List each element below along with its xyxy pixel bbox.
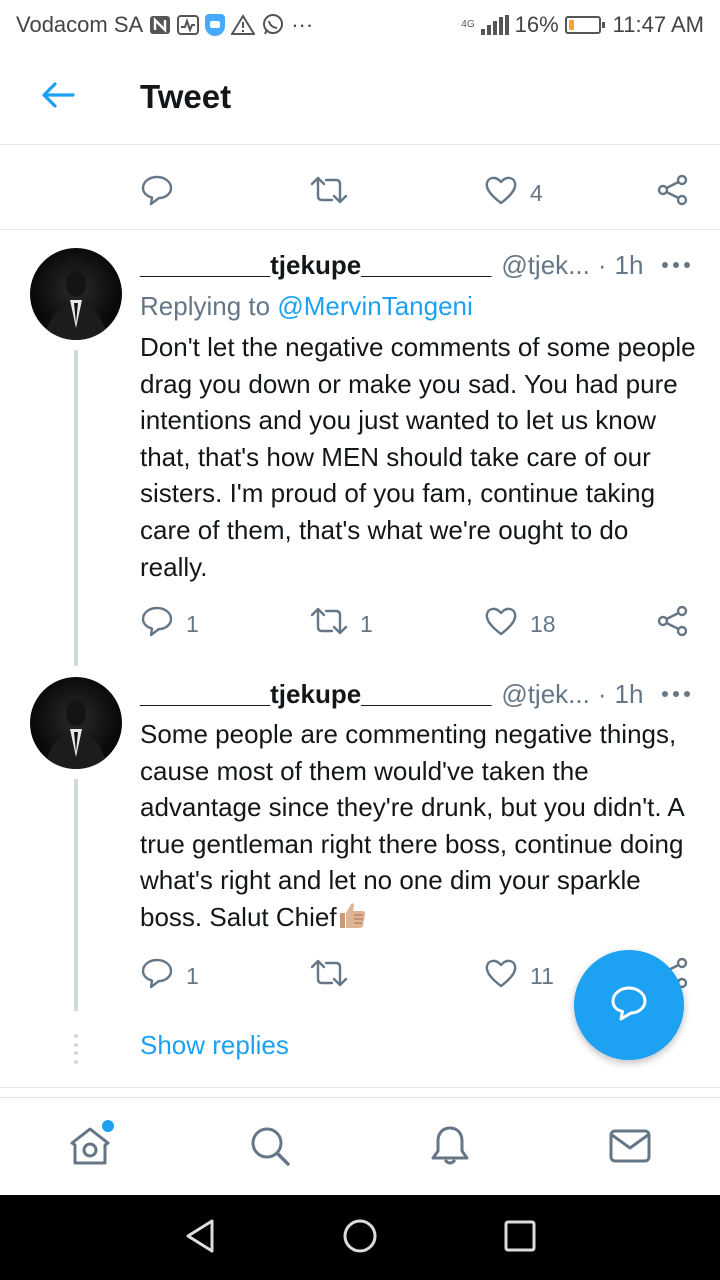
app-header: Tweet — [0, 50, 720, 145]
compose-reply-icon — [609, 984, 649, 1027]
status-left: Vodacom SA ··· — [16, 12, 313, 38]
avatar[interactable] — [30, 677, 122, 769]
avatar-image — [44, 700, 108, 769]
tweet-text-container: Some people are commenting negative thin… — [140, 716, 700, 936]
reply-button[interactable]: 1 — [140, 605, 199, 643]
thread-dots — [74, 1034, 78, 1064]
battery-icon — [564, 16, 605, 34]
parent-tweet-actions: 4 — [0, 146, 720, 230]
divider — [0, 1087, 720, 1088]
system-recents-button[interactable] — [497, 1215, 543, 1261]
tweet-header: _________tjekupe_________ @tjek... · 1h — [140, 677, 696, 711]
notification-dot — [102, 1120, 114, 1132]
status-bar: Vodacom SA ··· 4G 16% 11:47 AM — [0, 0, 720, 50]
arrow-left-icon — [41, 81, 75, 114]
reply-tweet[interactable]: _________tjekupe_________ @tjek... · 1h … — [0, 231, 720, 671]
nav-notifications[interactable] — [420, 1118, 480, 1178]
like-count: 18 — [530, 610, 556, 637]
nfc-icon — [149, 15, 171, 35]
replying-prefix: Replying to — [140, 291, 278, 321]
more-horizontal-icon — [662, 262, 690, 268]
back-button[interactable] — [28, 67, 88, 127]
more-button[interactable] — [656, 677, 696, 711]
status-time: 11:47 AM — [612, 12, 704, 37]
retweet-icon — [310, 957, 348, 995]
heart-icon — [484, 174, 518, 212]
bell-icon — [428, 1124, 472, 1173]
speech-bubble-icon — [140, 174, 174, 212]
handle[interactable]: @tjek... — [501, 679, 590, 710]
retweet-button[interactable] — [310, 174, 348, 212]
heart-icon — [484, 957, 518, 995]
retweet-icon — [310, 174, 348, 212]
thread-line — [74, 350, 78, 666]
separator: · — [597, 678, 607, 709]
handle[interactable]: @tjek... — [501, 250, 590, 281]
display-name[interactable]: _________tjekupe_________ — [140, 250, 491, 281]
like-count: 11 — [530, 962, 554, 989]
heart-icon — [484, 605, 518, 643]
like-button[interactable]: 18 — [484, 605, 556, 643]
nav-home[interactable] — [60, 1118, 120, 1178]
tweet-header: _________tjekupe_________ @tjek... · 1h — [140, 248, 696, 282]
signal-icon — [480, 15, 509, 35]
timestamp: 1h — [614, 249, 644, 280]
warning-icon — [231, 14, 256, 36]
separator: · — [597, 249, 607, 280]
network-type: 4G — [461, 19, 475, 30]
page-title: Tweet — [140, 78, 232, 115]
envelope-icon — [608, 1127, 652, 1170]
nav-messages[interactable] — [600, 1118, 660, 1178]
thumbs-up-emoji — [337, 900, 367, 930]
retweet-button[interactable]: 1 — [310, 605, 373, 643]
more-button[interactable] — [656, 248, 696, 282]
circle-home-icon — [341, 1217, 379, 1260]
reply-button[interactable]: 1 — [140, 957, 199, 995]
mention-link[interactable]: @MervinTangeni — [277, 291, 472, 321]
share-icon — [656, 174, 690, 212]
reply-button[interactable] — [140, 174, 174, 212]
show-replies-link[interactable]: Show replies — [140, 1030, 289, 1061]
share-button[interactable] — [656, 174, 690, 212]
tweet-text: Some people are commenting negative thin… — [140, 719, 684, 932]
bottom-nav — [0, 1097, 720, 1195]
speech-bubble-icon — [140, 605, 174, 643]
speech-bubble-icon — [140, 957, 174, 995]
carrier-label: Vodacom SA — [16, 12, 144, 37]
timestamp: 1h — [614, 678, 644, 709]
more-horizontal-icon — [662, 691, 690, 697]
shield-icon — [205, 14, 226, 36]
retweet-icon — [310, 605, 348, 643]
status-overflow: ··· — [291, 12, 314, 37]
avatar[interactable] — [30, 248, 122, 340]
display-name[interactable]: _________tjekupe_________ — [140, 679, 491, 710]
system-home-button[interactable] — [337, 1215, 383, 1261]
share-icon — [656, 605, 690, 643]
status-right: 4G 16% 11:47 AM — [461, 12, 704, 38]
system-nav-bar — [0, 1195, 720, 1280]
reply-count: 1 — [186, 610, 199, 637]
like-button[interactable]: 11 — [484, 957, 554, 995]
reply-count: 1 — [186, 962, 199, 989]
retweet-button[interactable] — [310, 957, 348, 995]
triangle-back-icon — [184, 1218, 216, 1259]
whatsapp-icon — [261, 13, 285, 37]
replying-to: Replying to @MervinTangeni — [140, 291, 473, 322]
retweet-count: 1 — [360, 610, 373, 637]
compose-reply-button[interactable] — [574, 950, 684, 1060]
tweet-text: Don't let the negative comments of some … — [140, 332, 696, 582]
like-count: 4 — [530, 179, 543, 206]
share-button[interactable] — [656, 605, 690, 643]
nav-search[interactable] — [240, 1118, 300, 1178]
battery-percent: 16% — [514, 12, 559, 37]
avatar-image — [44, 271, 108, 340]
thread-line — [74, 779, 78, 1011]
search-icon — [248, 1124, 292, 1173]
system-back-button[interactable] — [177, 1215, 223, 1261]
square-recents-icon — [503, 1219, 537, 1258]
like-button[interactable]: 4 — [484, 174, 543, 212]
activity-icon — [177, 15, 200, 35]
